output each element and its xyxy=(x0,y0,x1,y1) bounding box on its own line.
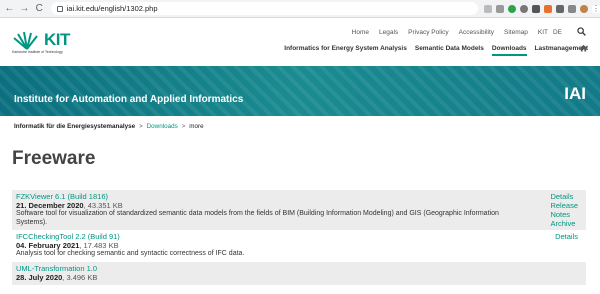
item-size: , 43.351 KB xyxy=(83,201,123,210)
details-link[interactable]: Details xyxy=(555,232,578,241)
item-meta: 04. February 2021, 17.483 KB xyxy=(16,241,582,250)
extension-icon[interactable] xyxy=(507,4,516,13)
extension-icon[interactable] xyxy=(555,4,564,13)
link-kit[interactable]: KIT xyxy=(538,29,548,36)
details-link[interactable]: Details xyxy=(550,192,578,201)
avatar[interactable] xyxy=(579,4,588,13)
lock-icon xyxy=(56,5,63,12)
link-privacy[interactable]: Privacy Policy xyxy=(408,29,448,36)
download-list: FZKViewer 6.1 (Build 1816) 21. December … xyxy=(12,190,586,285)
release-notes-link[interactable]: Release xyxy=(550,201,578,210)
extension-icon[interactable] xyxy=(519,4,528,13)
item-size: , 17.483 KB xyxy=(79,241,119,250)
institute-banner: Institute for Automation and Applied Inf… xyxy=(0,66,600,116)
language-switch[interactable]: DE xyxy=(553,29,562,36)
list-item: FZKViewer 6.1 (Build 1816) 21. December … xyxy=(12,190,586,230)
home-icon[interactable] xyxy=(579,44,588,52)
address-bar[interactable]: iai.kit.edu/english/1302.php xyxy=(50,2,478,15)
breadcrumb: Informatik für die Energiesystemanalyse … xyxy=(14,123,204,130)
page-title: Freeware xyxy=(12,148,96,169)
main-navigation: Informatics for Energy System Analysis S… xyxy=(284,45,588,56)
release-notes-link[interactable]: Notes xyxy=(550,210,578,219)
link-accessibility[interactable]: Accessibility xyxy=(459,29,494,36)
link-legals[interactable]: Legals xyxy=(379,29,398,36)
star-icon[interactable] xyxy=(495,4,504,13)
item-actions: Details Release Notes Archive xyxy=(550,192,578,228)
item-date: 28. July 2020 xyxy=(16,272,63,282)
link-sitemap[interactable]: Sitemap xyxy=(504,29,528,36)
item-description: Analysis tool for checking semantic and … xyxy=(16,250,245,257)
item-title-link[interactable]: IFCCheckingTool 2.2 (Build 91) xyxy=(16,232,582,241)
chevron-right-icon: > xyxy=(181,123,186,130)
logo-subtitle: Karlsruhe Institute of Technology xyxy=(12,50,63,54)
extension-icon[interactable] xyxy=(543,4,552,13)
puzzle-icon[interactable] xyxy=(567,4,576,13)
banner-pattern xyxy=(0,66,600,116)
reload-button[interactable]: C xyxy=(34,2,45,16)
extension-icon[interactable] xyxy=(531,4,540,13)
item-date: 21. December 2020 xyxy=(16,201,84,210)
link-home[interactable]: Home xyxy=(352,29,369,36)
chevron-right-icon: > xyxy=(139,123,143,130)
breadcrumb-downloads[interactable]: Downloads xyxy=(147,123,178,130)
back-button[interactable]: ← xyxy=(4,2,15,16)
kit-logo[interactable]: KIT Karlsruhe Institute of Technology xyxy=(12,28,72,58)
list-item: IFCCheckingTool 2.2 (Build 91) 04. Febru… xyxy=(12,230,586,262)
list-item: UML-Transformation 1.0 28. July 2020, 3.… xyxy=(12,261,586,285)
logo-name: KIT xyxy=(44,30,70,49)
banner-abbreviation: IAI xyxy=(564,84,586,103)
item-actions: Details xyxy=(555,232,578,241)
item-size: , 3.496 KB xyxy=(62,272,98,282)
service-links: Home Legals Privacy Policy Accessibility… xyxy=(352,29,548,36)
browser-toolbar: ← → C iai.kit.edu/english/1302.php ⋮ xyxy=(0,0,600,18)
item-description: Software tool for visualization of stand… xyxy=(16,210,499,226)
nav-informatics-energy[interactable]: Informatics for Energy System Analysis xyxy=(284,45,407,56)
menu-icon[interactable]: ⋮ xyxy=(591,4,600,13)
search-icon[interactable] xyxy=(577,27,586,36)
item-date: 04. February 2021 xyxy=(16,241,80,250)
breadcrumb-current: more xyxy=(189,123,204,130)
archive-link[interactable]: Archive xyxy=(550,219,578,228)
site-header: KIT Karlsruhe Institute of Technology Ho… xyxy=(0,18,600,66)
item-title-link[interactable]: UML-Transformation 1.0 xyxy=(16,264,582,273)
kit-logo-icon xyxy=(13,31,38,50)
translate-icon[interactable] xyxy=(483,4,492,13)
banner-title: Institute for Automation and Applied Inf… xyxy=(14,94,244,105)
forward-button[interactable]: → xyxy=(19,2,30,16)
url-text: iai.kit.edu/english/1302.php xyxy=(66,4,158,13)
extension-icons: ⋮ xyxy=(483,4,600,13)
item-meta: 21. December 2020, 43.351 KB xyxy=(16,201,582,210)
nav-downloads[interactable]: Downloads xyxy=(491,45,527,56)
breadcrumb-root[interactable]: Informatik für die Energiesystemanalyse xyxy=(14,123,135,130)
nav-semantic-data-models[interactable]: Semantic Data Models xyxy=(415,45,484,56)
item-meta: 28. July 2020, 3.496 KB xyxy=(16,273,582,282)
item-title-link[interactable]: FZKViewer 6.1 (Build 1816) xyxy=(16,192,582,201)
